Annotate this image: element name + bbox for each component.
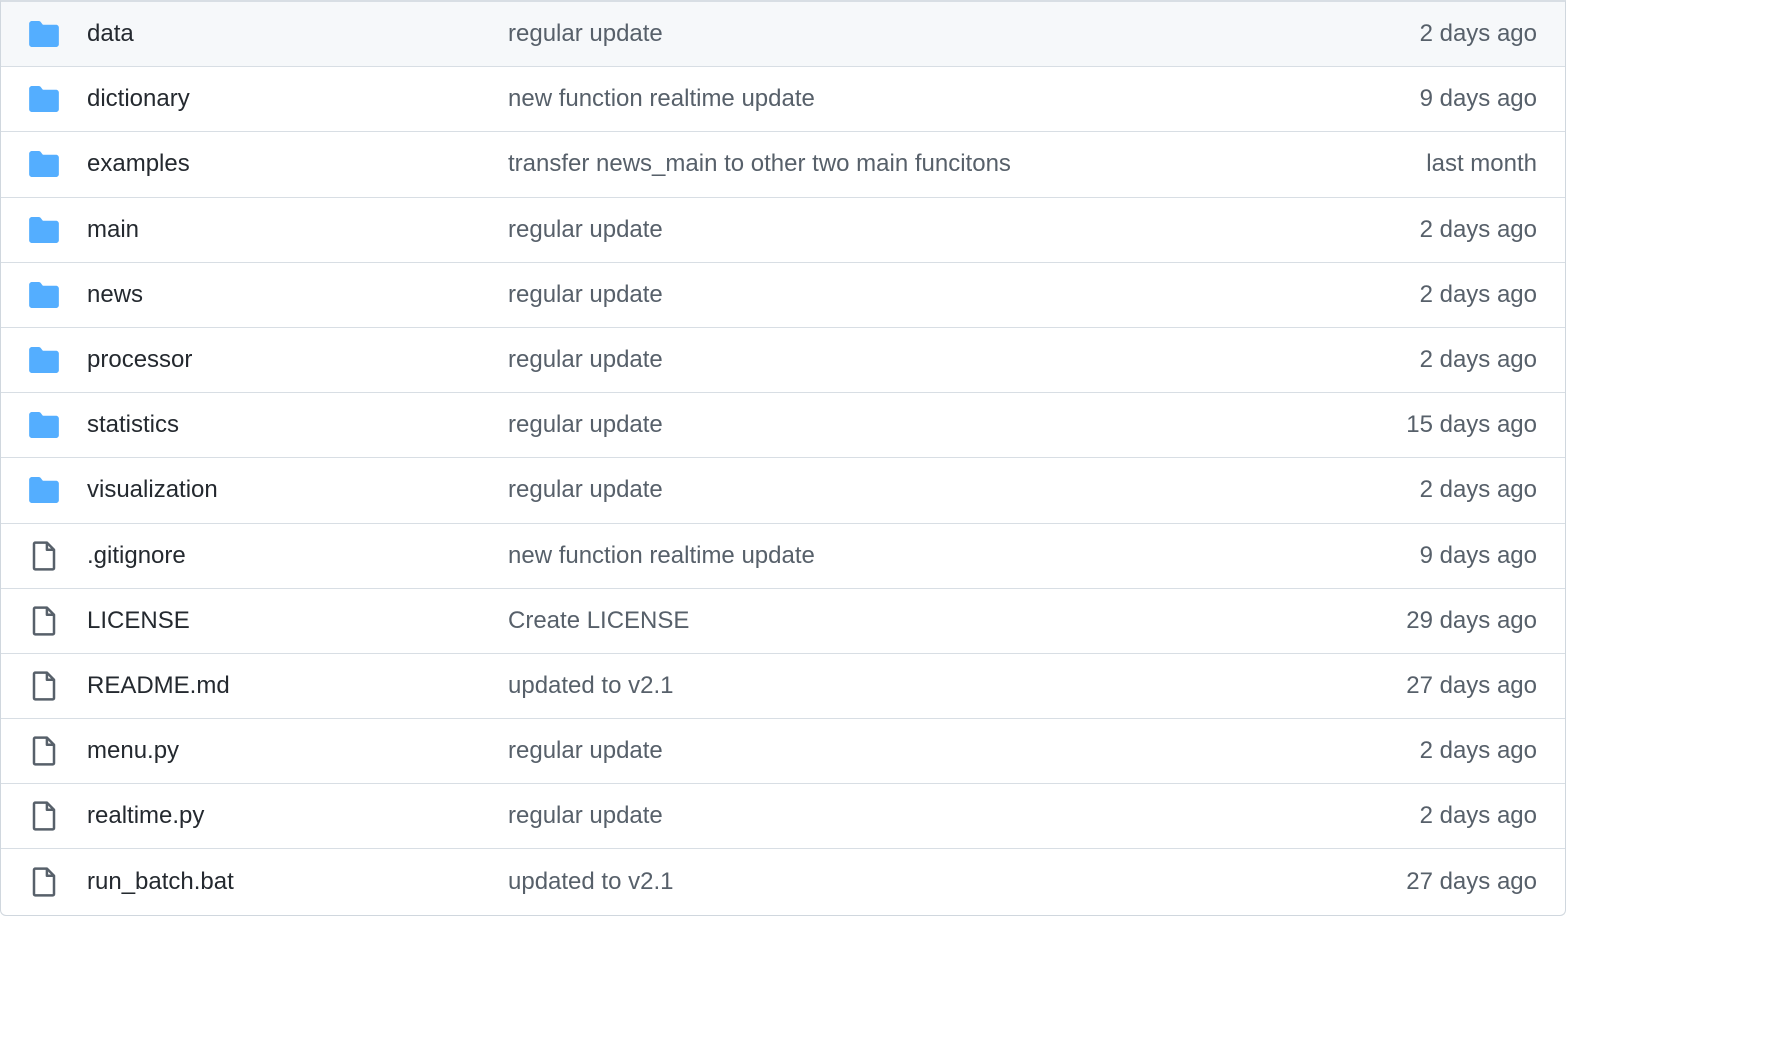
file-icon <box>29 736 59 766</box>
file-row[interactable]: examples transfer news_main to other two… <box>1 132 1565 198</box>
commit-age: 2 days ago <box>1419 215 1537 243</box>
commit-message-link[interactable]: regular update <box>508 20 1237 48</box>
file-name-link[interactable]: processor <box>87 346 508 374</box>
commit-message-link[interactable]: new function realtime update <box>508 85 1237 113</box>
folder-icon <box>29 150 59 178</box>
commit-message-link[interactable]: Create LICENSE <box>508 607 1237 635</box>
folder-icon <box>29 216 59 244</box>
file-row[interactable]: main regular update 2 days ago <box>1 198 1565 263</box>
folder-icon <box>29 346 59 374</box>
file-row[interactable]: README.md updated to v2.1 27 days ago <box>1 654 1565 720</box>
file-row[interactable]: statistics regular update 15 days ago <box>1 393 1565 459</box>
file-icon <box>29 541 59 571</box>
folder-icon <box>29 281 59 309</box>
commit-age: 2 days ago <box>1419 280 1537 308</box>
commit-message-link[interactable]: updated to v2.1 <box>508 868 1237 896</box>
commit-age: last month <box>1426 150 1537 178</box>
commit-age: 27 days ago <box>1406 671 1537 699</box>
commit-age: 2 days ago <box>1419 20 1537 48</box>
folder-icon <box>29 411 59 439</box>
folder-icon <box>29 20 59 48</box>
file-name-link[interactable]: main <box>87 216 508 244</box>
file-name-link[interactable]: README.md <box>87 672 508 700</box>
file-name-link[interactable]: .gitignore <box>87 542 508 570</box>
file-name-link[interactable]: examples <box>87 150 508 178</box>
file-row[interactable]: news regular update 2 days ago <box>1 263 1565 328</box>
file-row[interactable]: run_batch.bat updated to v2.1 27 days ag… <box>1 849 1565 914</box>
commit-message-link[interactable]: regular update <box>508 476 1237 504</box>
commit-message-link[interactable]: regular update <box>508 411 1237 439</box>
file-row[interactable]: processor regular update 2 days ago <box>1 328 1565 394</box>
file-row[interactable]: visualization regular update 2 days ago <box>1 458 1565 524</box>
file-name-link[interactable]: visualization <box>87 476 508 504</box>
file-row[interactable]: .gitignore new function realtime update … <box>1 524 1565 589</box>
file-name-link[interactable]: menu.py <box>87 737 508 765</box>
file-name-link[interactable]: data <box>87 20 508 48</box>
commit-message-link[interactable]: regular update <box>508 346 1237 374</box>
file-icon <box>29 801 59 831</box>
file-name-link[interactable]: statistics <box>87 411 508 439</box>
commit-age: 2 days ago <box>1419 737 1537 765</box>
file-name-link[interactable]: LICENSE <box>87 607 508 635</box>
file-name-link[interactable]: dictionary <box>87 85 508 113</box>
file-row[interactable]: menu.py regular update 2 days ago <box>1 719 1565 785</box>
file-name-link[interactable]: realtime.py <box>87 802 508 830</box>
commit-age: 2 days ago <box>1419 476 1537 504</box>
commit-age: 9 days ago <box>1419 85 1537 113</box>
file-list: data regular update 2 days ago dictionar… <box>0 0 1566 916</box>
file-icon <box>29 671 59 701</box>
commit-age: 2 days ago <box>1419 802 1537 830</box>
file-row[interactable]: data regular update 2 days ago <box>1 2 1565 68</box>
commit-message-link[interactable]: new function realtime update <box>508 542 1237 570</box>
commit-message-link[interactable]: updated to v2.1 <box>508 672 1237 700</box>
commit-message-link[interactable]: regular update <box>508 737 1237 765</box>
commit-age: 2 days ago <box>1419 346 1537 374</box>
file-icon <box>29 867 59 897</box>
commit-message-link[interactable]: regular update <box>508 281 1237 309</box>
commit-message-link[interactable]: transfer news_main to other two main fun… <box>508 150 1237 178</box>
folder-icon <box>29 85 59 113</box>
file-icon <box>29 606 59 636</box>
file-row[interactable]: dictionary new function realtime update … <box>1 67 1565 133</box>
folder-icon <box>29 476 59 504</box>
commit-message-link[interactable]: regular update <box>508 802 1237 830</box>
file-row[interactable]: realtime.py regular update 2 days ago <box>1 784 1565 850</box>
file-name-link[interactable]: news <box>87 281 508 309</box>
commit-age: 9 days ago <box>1419 541 1537 569</box>
file-row[interactable]: LICENSE Create LICENSE 29 days ago <box>1 589 1565 654</box>
commit-age: 15 days ago <box>1406 411 1537 439</box>
file-name-link[interactable]: run_batch.bat <box>87 868 508 896</box>
commit-age: 29 days ago <box>1406 606 1537 634</box>
commit-age: 27 days ago <box>1406 868 1537 896</box>
commit-message-link[interactable]: regular update <box>508 216 1237 244</box>
